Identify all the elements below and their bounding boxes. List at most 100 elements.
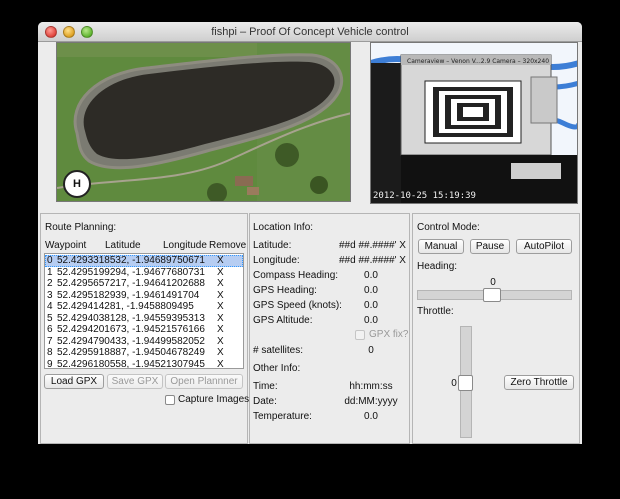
other-info-title: Other Info: xyxy=(253,363,301,374)
waypoint-coordinates: 52.4295182939, -1.9461491704 xyxy=(57,289,200,301)
column-header-remove: Remove xyxy=(209,240,247,251)
column-header-waypoint: Waypoint xyxy=(45,240,87,251)
waypoint-row[interactable]: 5 52.4294038128, -1.94559395313 X xyxy=(45,313,243,325)
remove-waypoint-button[interactable]: X xyxy=(217,267,224,279)
waypoint-row[interactable]: 6 52.4294201673, -1.94521576166 X xyxy=(45,324,243,336)
throttle-label: Throttle: xyxy=(417,306,454,317)
waypoint-row[interactable]: 7 52.4294790433, -1.94499582052 X xyxy=(45,336,243,348)
throttle-slider-thumb[interactable] xyxy=(458,375,473,391)
waypoint-coordinates: 52.4296180558, -1.94521307945 xyxy=(57,358,205,369)
gps-fix-checkbox xyxy=(355,330,365,340)
home-marker[interactable]: H xyxy=(63,170,91,198)
column-header-longitude: Longitude xyxy=(163,240,207,251)
waypoint-coordinates: 52.4295657217, -1.94641202688 xyxy=(57,278,205,289)
autopilot-button[interactable]: AutoPilot xyxy=(516,239,572,254)
route-planning-title: Route Planning: xyxy=(45,222,117,233)
remove-waypoint-button[interactable]: X xyxy=(217,324,224,336)
gps-altitude-value: 0.0 xyxy=(364,315,378,326)
waypoint-row[interactable]: 0 52.4293318532, -1.94689750671 X xyxy=(45,255,243,267)
gps-heading-value: 0.0 xyxy=(364,285,378,296)
camera-feed-image: Cameraview – Venon V...2.9 Camera – 320x… xyxy=(371,43,577,203)
waypoint-index: 9 xyxy=(47,358,53,369)
temperature-label: Temperature: xyxy=(253,411,312,422)
waypoint-index: 0 xyxy=(47,255,53,266)
waypoint-index: 2 xyxy=(47,278,53,289)
waypoint-index: 7 xyxy=(47,335,53,347)
waypoint-index: 8 xyxy=(47,347,53,358)
waypoint-row[interactable]: 9 52.4296180558, -1.94521307945 X xyxy=(45,358,243,369)
location-info-panel: Location Info: Latitude: ##d ##.####' X … xyxy=(249,213,410,444)
route-planning-panel: Route Planning: Waypoint Latitude Longit… xyxy=(40,213,250,444)
compass-heading-value: 0.0 xyxy=(364,270,378,281)
close-window-button[interactable] xyxy=(45,26,57,38)
waypoint-index: 5 xyxy=(47,312,53,324)
waypoint-index: 6 xyxy=(47,324,53,335)
title-bar: fishpi – Proof Of Concept Vehicle contro… xyxy=(38,22,582,42)
window-title: fishpi – Proof Of Concept Vehicle contro… xyxy=(211,26,409,38)
waypoint-coordinates: 52.4295199294, -1.94677680731 xyxy=(57,266,205,278)
waypoint-coordinates: 52.4295918887, -1.94504678249 xyxy=(57,347,205,358)
control-mode-panel: Control Mode: Manual Pause AutoPilot Hea… xyxy=(412,213,580,444)
longitude-label: Longitude: xyxy=(253,255,300,266)
throttle-value: 0 xyxy=(451,378,457,389)
time-label: Time: xyxy=(253,381,278,392)
heading-value: 0 xyxy=(490,277,496,288)
manual-button[interactable]: Manual xyxy=(418,239,464,254)
remove-waypoint-button[interactable]: X xyxy=(217,359,224,369)
temperature-value: 0.0 xyxy=(364,411,378,422)
waypoint-row[interactable]: 8 52.4295918887, -1.94504678249 X xyxy=(45,347,243,359)
waypoint-list[interactable]: 0 52.4293318532, -1.94689750671 X 1 52.42951… xyxy=(44,253,244,369)
gps-speed-label: GPS Speed (knots): xyxy=(253,300,342,311)
waypoint-index: 3 xyxy=(47,289,53,301)
app-window: fishpi – Proof Of Concept Vehicle contro… xyxy=(38,22,582,444)
longitude-value: ##d ##.####' X xyxy=(339,255,406,266)
remove-waypoint-button[interactable]: X xyxy=(217,278,224,290)
heading-slider-thumb[interactable] xyxy=(483,288,501,302)
remove-waypoint-button[interactable]: X xyxy=(217,336,224,348)
waypoint-index: 4 xyxy=(47,301,53,312)
waypoint-coordinates: 52.4294790433, -1.94499582052 xyxy=(57,335,205,347)
waypoint-coordinates: 52.4294201673, -1.94521576166 xyxy=(57,324,205,335)
camera-view: Cameraview – Venon V...2.9 Camera – 320x… xyxy=(370,42,578,204)
capture-images-label: Capture Images xyxy=(178,394,250,405)
gps-heading-label: GPS Heading: xyxy=(253,285,317,296)
waypoint-row[interactable]: 3 52.4295182939, -1.9461491704 X xyxy=(45,290,243,302)
waypoint-row[interactable]: 2 52.4295657217, -1.94641202688 X xyxy=(45,278,243,290)
capture-images-checkbox[interactable] xyxy=(165,395,175,405)
gps-altitude-label: GPS Altitude: xyxy=(253,315,313,326)
camera-timestamp: 2012-10-25 15:19:39 xyxy=(373,191,476,201)
satellite-map-image xyxy=(57,43,350,201)
waypoint-coordinates: 52.4294038128, -1.94559395313 xyxy=(57,312,205,324)
satellites-value: 0 xyxy=(368,345,374,356)
waypoint-coordinates: 52.429414281, -1.9458809495 xyxy=(57,301,194,312)
zero-throttle-button[interactable]: Zero Throttle xyxy=(504,375,574,390)
gps-speed-value: 0.0 xyxy=(364,300,378,311)
latitude-value: ##d ##.####' X xyxy=(339,240,406,251)
remove-waypoint-button[interactable]: X xyxy=(217,255,224,267)
date-label: Date: xyxy=(253,396,277,407)
remove-waypoint-button[interactable]: X xyxy=(217,301,224,313)
waypoint-row[interactable]: 4 52.429414281, -1.9458809495 X xyxy=(45,301,243,313)
save-gpx-button[interactable]: Save GPX xyxy=(107,374,163,389)
time-value: hh:mm:ss xyxy=(349,381,393,392)
remove-waypoint-button[interactable]: X xyxy=(217,313,224,325)
open-planner-button[interactable]: Open Plannner xyxy=(165,374,243,389)
date-value: dd:MM:yyyy xyxy=(344,396,398,407)
location-info-title: Location Info: xyxy=(253,222,314,233)
heading-label: Heading: xyxy=(417,261,458,272)
latitude-label: Latitude: xyxy=(253,240,292,251)
minimize-window-button[interactable] xyxy=(63,26,75,38)
waypoint-row[interactable]: 1 52.4295199294, -1.94677680731 X xyxy=(45,267,243,279)
map-view[interactable]: H xyxy=(56,42,351,202)
remove-waypoint-button[interactable]: X xyxy=(217,290,224,302)
waypoint-coordinates: 52.4293318532, -1.94689750671 xyxy=(57,255,205,266)
compass-heading-label: Compass Heading: xyxy=(253,270,339,281)
satellites-label: # satellites: xyxy=(253,345,304,356)
column-header-latitude: Latitude xyxy=(105,240,141,251)
gps-fix-label: GPX fix? xyxy=(369,329,409,340)
remove-waypoint-button[interactable]: X xyxy=(217,347,224,359)
load-gpx-button[interactable]: Load GPX xyxy=(44,374,104,389)
camera-window-title: Cameraview – Venon V...2.9 Camera – 320x… xyxy=(407,58,549,65)
zoom-window-button[interactable] xyxy=(81,26,93,38)
pause-button[interactable]: Pause xyxy=(470,239,510,254)
